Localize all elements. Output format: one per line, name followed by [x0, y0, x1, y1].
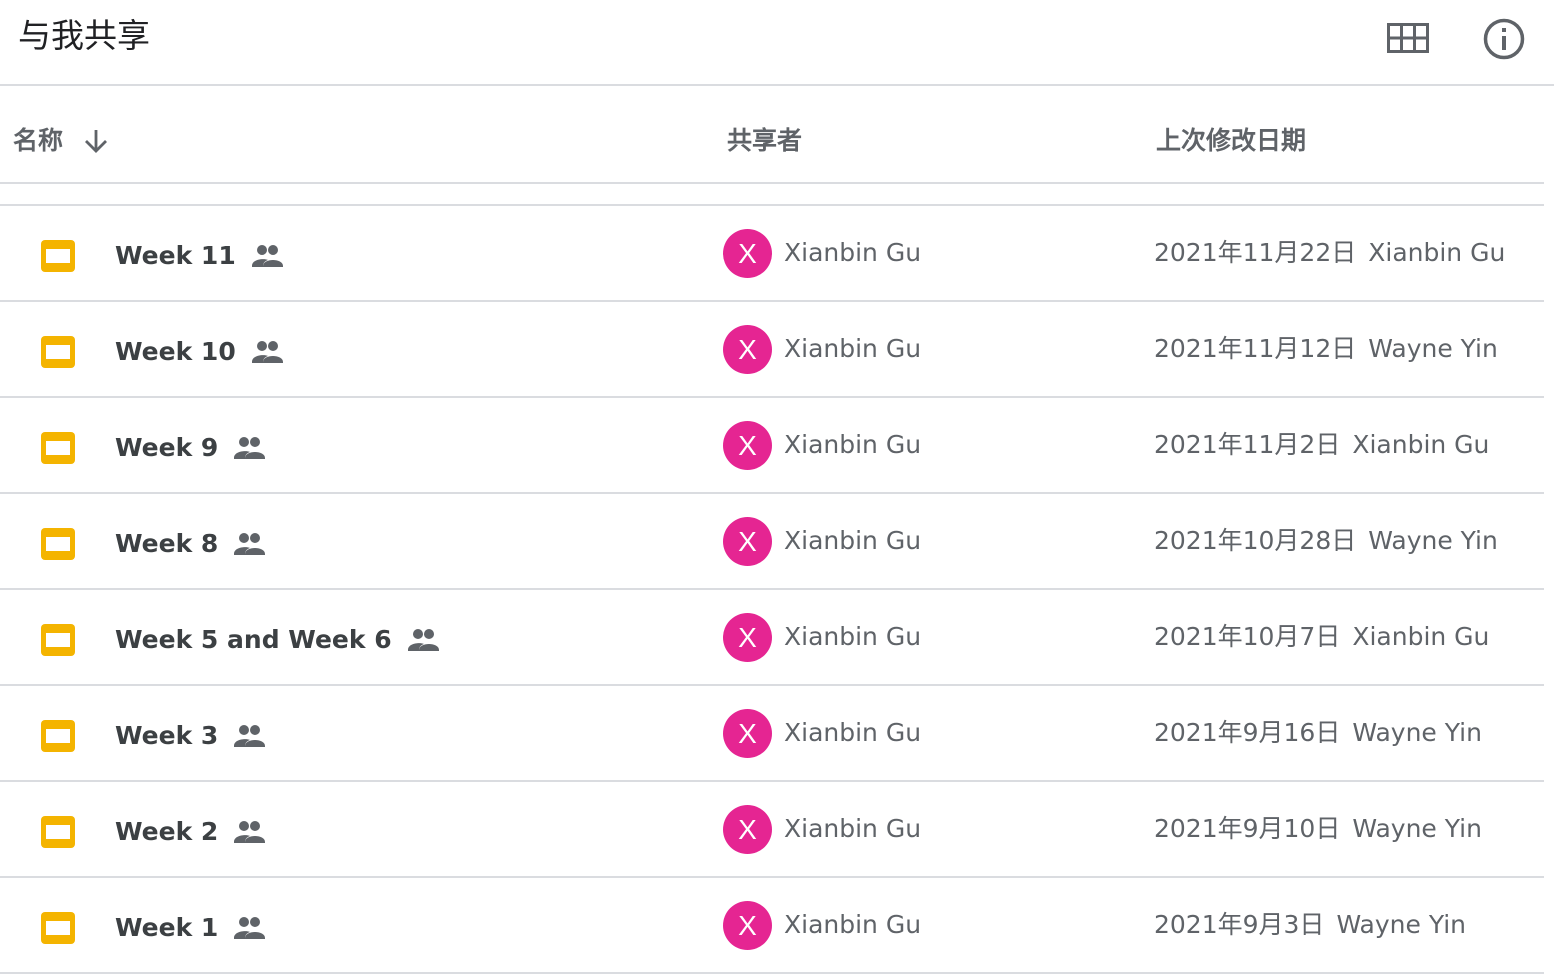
file-name-cell: Week 10 — [115, 332, 286, 372]
slides-file-icon — [41, 432, 75, 464]
file-row[interactable]: Week 10 X Xianbin Gu 2021年11月12日 Wayne Yi… — [0, 302, 1544, 398]
modified-date: 2021年11月12日 — [1154, 334, 1357, 363]
file-name-cell: Week 9 — [115, 428, 268, 468]
slides-file-icon — [41, 816, 75, 848]
owner-avatar: X — [723, 901, 772, 950]
owner-name: Xianbin Gu — [784, 430, 922, 459]
file-name-cell: Week 8 — [115, 524, 268, 564]
file-row[interactable]: Week 2 X Xianbin Gu 2021年9月10日 Wayne Yin — [0, 782, 1544, 878]
owner-avatar: X — [723, 325, 772, 374]
file-name: Week 1 — [115, 913, 219, 942]
owner-name: Xianbin Gu — [784, 718, 922, 747]
shared-people-icon — [234, 820, 268, 844]
modified-by: Wayne Yin — [1336, 910, 1467, 939]
modified-cell: 2021年11月12日 Wayne Yin — [1154, 332, 1498, 366]
modified-date: 2021年10月7日 — [1154, 622, 1341, 651]
shared-people-icon — [234, 916, 268, 940]
modified-cell: 2021年11月2日 Xianbin Gu — [1154, 428, 1489, 462]
modified-cell: 2021年10月28日 Wayne Yin — [1154, 524, 1498, 558]
slides-file-icon — [41, 336, 75, 368]
file-name: Week 10 — [115, 337, 236, 366]
modified-cell: 2021年9月10日 Wayne Yin — [1154, 812, 1482, 846]
file-name-cell: Week 5 and Week 6 — [115, 620, 442, 660]
info-button[interactable] — [1478, 14, 1530, 64]
owner-name: Xianbin Gu — [784, 910, 922, 939]
owner-column-header: 共享者 — [727, 126, 803, 155]
owner-name: Xianbin Gu — [784, 526, 922, 555]
modified-cell: 2021年9月16日 Wayne Yin — [1154, 716, 1482, 750]
modified-cell: 2021年9月3日 Wayne Yin — [1154, 908, 1466, 942]
slides-file-icon — [41, 240, 75, 272]
modified-column-header[interactable]: 上次修改日期 — [1156, 124, 1306, 158]
owner-name: Xianbin Gu — [784, 334, 922, 363]
file-row[interactable]: Week 5 and Week 6 X Xianbin Gu 2021年10月7… — [0, 590, 1544, 686]
file-list: Week 11 X Xianbin Gu 2021年11月22日 Xianbin … — [0, 204, 1544, 974]
file-name-cell: Week 3 — [115, 716, 268, 756]
modified-cell: 2021年11月22日 Xianbin Gu — [1154, 236, 1505, 270]
slides-file-icon — [41, 912, 75, 944]
shared-people-icon — [407, 628, 442, 652]
modified-by: Wayne Yin — [1352, 814, 1482, 843]
file-row[interactable]: Week 3 X Xianbin Gu 2021年9月16日 Wayne Yin — [0, 686, 1544, 782]
modified-by: Xianbin Gu — [1368, 238, 1506, 267]
owner-avatar: X — [723, 229, 772, 278]
shared-people-icon — [234, 724, 268, 748]
shared-people-icon — [234, 436, 268, 460]
modified-date: 2021年11月22日 — [1154, 238, 1357, 267]
slides-file-icon — [41, 528, 75, 560]
info-icon — [1483, 18, 1525, 60]
sort-arrow-down-icon[interactable] — [83, 128, 109, 154]
column-header-row: 名称 共享者 上次修改日期 — [0, 86, 1544, 184]
name-column-header[interactable]: 名称 — [13, 124, 109, 158]
owner-avatar: X — [723, 805, 772, 854]
file-name: Week 9 — [115, 433, 219, 462]
owner-avatar: X — [723, 421, 772, 470]
grid-view-button[interactable] — [1382, 16, 1434, 60]
file-row[interactable]: Week 8 X Xianbin Gu 2021年10月28日 Wayne Yin — [0, 494, 1544, 590]
modified-by: Xianbin Gu — [1352, 622, 1490, 651]
slides-file-icon — [41, 720, 75, 752]
owner-avatar: X — [723, 613, 772, 662]
modified-by: Wayne Yin — [1368, 526, 1498, 555]
modified-by: Wayne Yin — [1352, 718, 1482, 747]
file-name: Week 3 — [115, 721, 219, 750]
file-row[interactable]: Week 11 X Xianbin Gu 2021年11月22日 Xianbin … — [0, 206, 1544, 302]
shared-people-icon — [251, 244, 286, 268]
owner-avatar: X — [723, 709, 772, 758]
name-column-label: 名称 — [13, 126, 64, 155]
owner-name: Xianbin Gu — [784, 622, 922, 651]
file-name: Week 8 — [115, 529, 219, 558]
modified-date: 2021年9月10日 — [1154, 814, 1341, 843]
owner-name: Xianbin Gu — [784, 814, 922, 843]
file-name-cell: Week 2 — [115, 812, 268, 852]
owner-name: Xianbin Gu — [784, 238, 922, 267]
modified-date: 2021年9月3日 — [1154, 910, 1325, 939]
page-title: 与我共享 — [18, 16, 150, 55]
modified-date: 2021年9月16日 — [1154, 718, 1341, 747]
owner-avatar: X — [723, 517, 772, 566]
modified-cell: 2021年10月7日 Xianbin Gu — [1154, 620, 1489, 654]
shared-people-icon — [251, 340, 286, 364]
modified-by: Xianbin Gu — [1352, 430, 1490, 459]
top-bar: 与我共享 — [0, 0, 1554, 86]
slides-file-icon — [41, 624, 75, 656]
file-name-cell: Week 1 — [115, 908, 268, 948]
file-row[interactable]: Week 1 X Xianbin Gu 2021年9月3日 Wayne Yin — [0, 878, 1544, 974]
shared-people-icon — [234, 532, 268, 556]
file-name: Week 2 — [115, 817, 219, 846]
file-name: Week 11 — [115, 241, 236, 270]
grid-view-icon — [1387, 23, 1429, 53]
modified-by: Wayne Yin — [1368, 334, 1498, 363]
file-row[interactable]: Week 9 X Xianbin Gu 2021年11月2日 Xianbin Gu — [0, 398, 1544, 494]
modified-date: 2021年11月2日 — [1154, 430, 1341, 459]
file-name-cell: Week 11 — [115, 236, 286, 276]
file-name: Week 5 and Week 6 — [115, 625, 392, 654]
modified-date: 2021年10月28日 — [1154, 526, 1357, 555]
